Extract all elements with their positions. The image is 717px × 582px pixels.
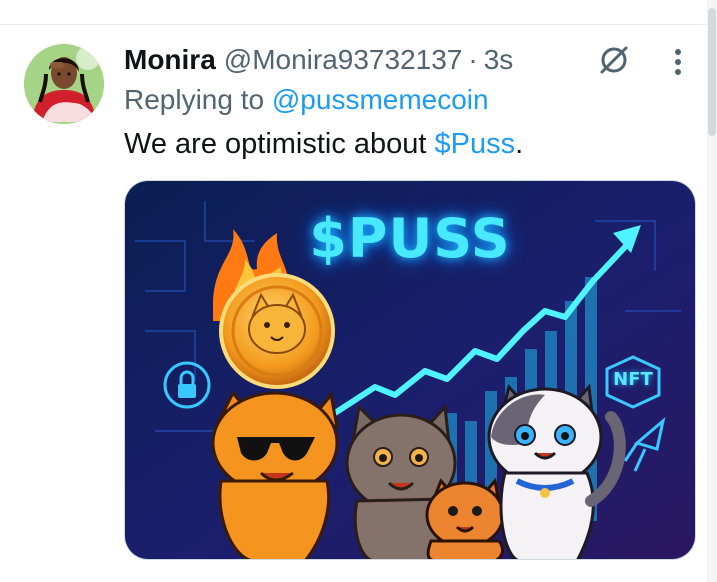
scrollbar[interactable] [707, 0, 717, 582]
reply-prefix: Replying to [124, 84, 265, 115]
more-vertical-icon [675, 49, 681, 75]
top-divider [0, 24, 717, 25]
separator-dot: · [468, 44, 478, 75]
cat-orange [211, 390, 339, 559]
scrollbar-thumb[interactable] [708, 8, 716, 136]
reply-context: Replying to @pussmemecoin [124, 84, 489, 116]
author-handle[interactable]: @Monira93732137 [224, 44, 463, 76]
avatar-image [24, 44, 104, 124]
reply-to-link[interactable]: @pussmemecoin [272, 84, 489, 115]
cashtag-link[interactable]: $Puss [435, 128, 516, 160]
slashed-circle-icon [600, 46, 628, 74]
tweet-text-end: . [515, 128, 524, 160]
avatar[interactable] [24, 44, 104, 124]
grok-button[interactable] [596, 42, 632, 78]
tweet-text: We are optimistic about $Puss. [124, 128, 523, 161]
timestamp[interactable]: 3s [484, 44, 514, 76]
tweet-text-body: We are optimistic about [124, 128, 435, 160]
author-name[interactable]: Monira [124, 44, 216, 76]
tweet-media-image[interactable]: $PUSS NFT [124, 180, 696, 560]
kitten [425, 477, 505, 559]
more-button[interactable] [666, 44, 690, 80]
tweet-header: Monira @Monira93732137 · 3s [124, 40, 513, 80]
nft-badge-label: NFT [613, 369, 653, 390]
